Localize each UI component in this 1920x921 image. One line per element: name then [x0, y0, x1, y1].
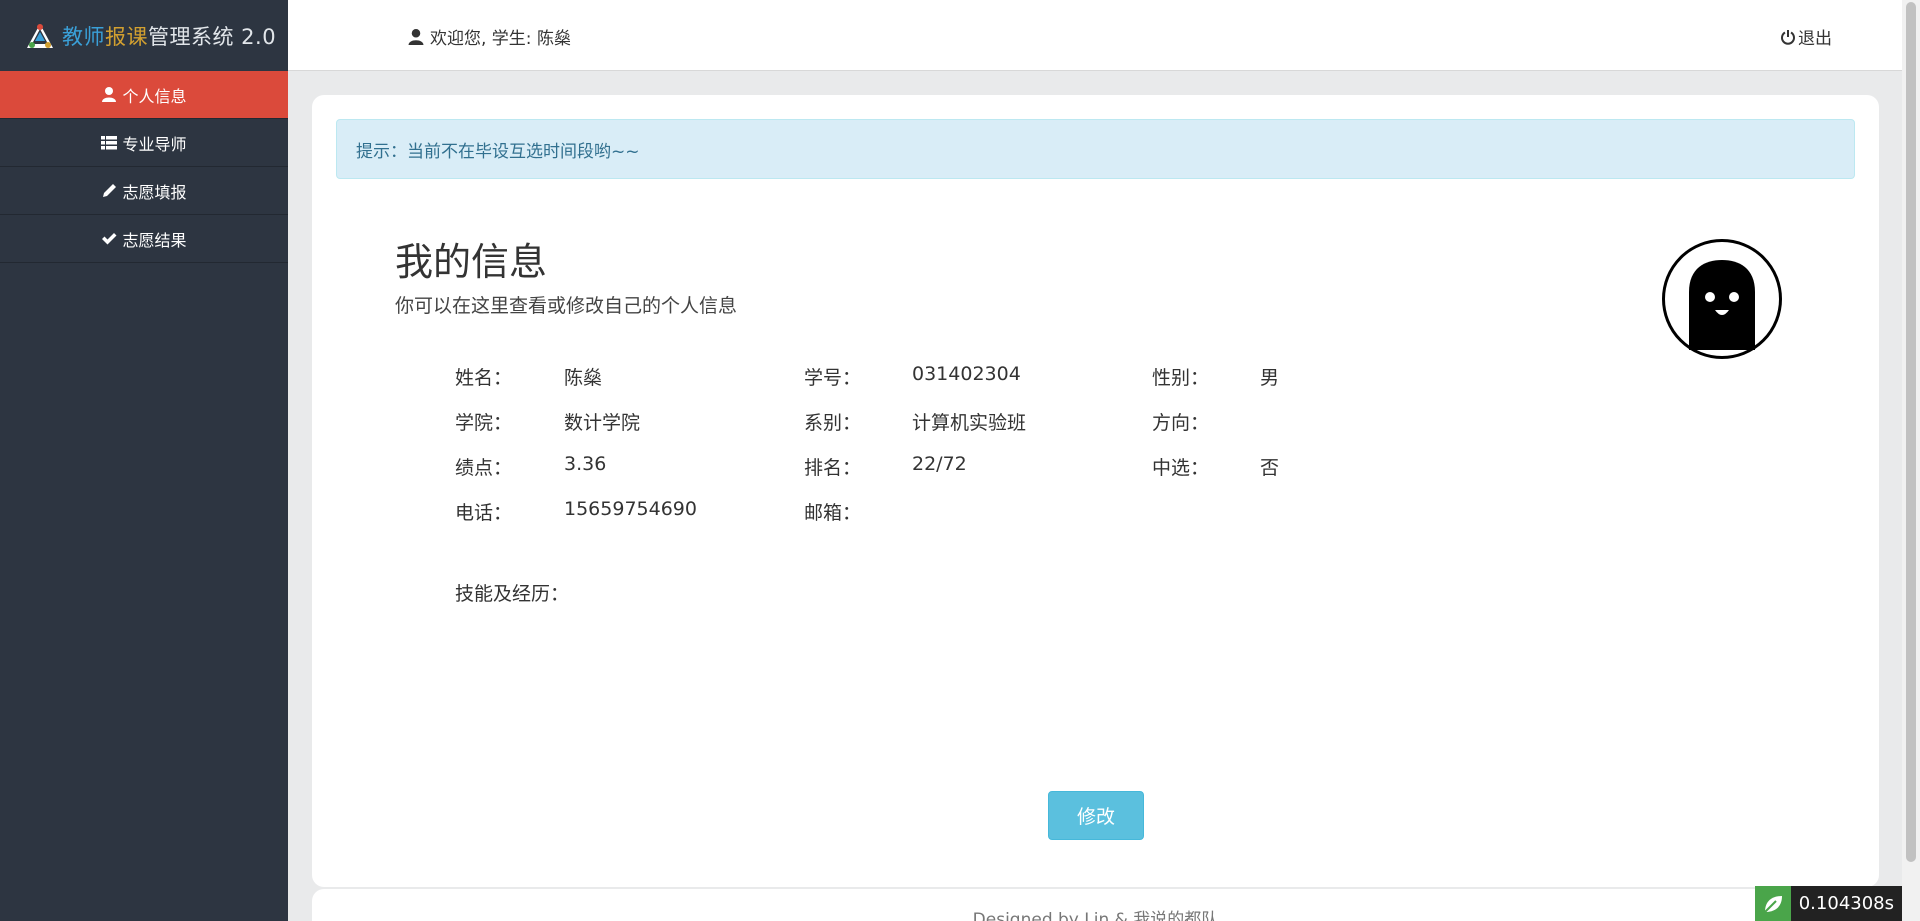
topbar: 欢迎您, 学生: 陈燊 退出	[288, 0, 1902, 71]
scrollbar-thumb[interactable]	[1906, 2, 1916, 862]
sidebar-item-result[interactable]: 志愿结果	[0, 215, 288, 263]
gender-value: 男	[1260, 367, 1280, 389]
logout-button[interactable]: 退出	[1780, 24, 1832, 49]
student-id-label: 学号：	[804, 367, 862, 389]
footer: Designed by Lin & 我说的都队	[312, 889, 1879, 921]
alert-text: 提示：当前不在毕设互选时间段哟~~	[356, 141, 640, 162]
welcome-message: 欢迎您, 学生: 陈燊	[408, 24, 571, 49]
sidebar-item-label: 个人信息	[122, 86, 187, 106]
student-id-value: 031402304	[912, 363, 1021, 385]
rank-value: 22/72	[912, 453, 967, 475]
brand-part3: 管理系统 2.0	[148, 24, 277, 49]
triangle-logo-icon	[27, 23, 53, 48]
vertical-scrollbar[interactable]	[1902, 0, 1920, 921]
edit-button-label: 修改	[1076, 806, 1115, 828]
selected-value: 否	[1260, 457, 1280, 479]
name-label: 姓名：	[455, 367, 513, 389]
gender-label: 性别：	[1152, 367, 1210, 389]
college-label: 学院：	[455, 412, 513, 434]
college-value: 数计学院	[564, 412, 641, 434]
user-icon	[101, 87, 117, 103]
user-icon	[408, 28, 424, 45]
sidebar-item-label: 志愿结果	[122, 230, 187, 250]
logout-label: 退出	[1798, 29, 1832, 49]
skills-label: 技能及经历：	[455, 583, 570, 605]
sidebar-item-profile[interactable]: 个人信息	[0, 71, 288, 119]
department-label: 系别：	[804, 412, 862, 434]
profile-card: 提示：当前不在毕设互选时间段哟~~ 我的信息 你可以在这里查看或修改自己的个人信…	[312, 95, 1879, 887]
page-subtitle: 你可以在这里查看或修改自己的个人信息	[395, 295, 738, 317]
name-value: 陈燊	[564, 367, 603, 389]
sidebar-item-mentors[interactable]: 专业导师	[0, 119, 288, 167]
sidebar-item-label: 志愿填报	[122, 182, 187, 202]
timer-badge[interactable]: 0.104308s	[1754, 886, 1902, 921]
list-icon	[101, 135, 118, 151]
direction-label: 方向：	[1152, 412, 1210, 434]
check-icon	[101, 231, 117, 247]
gpa-value: 3.36	[564, 453, 607, 475]
leaf-icon	[1754, 886, 1791, 921]
brand[interactable]: 教师 报课 管理系统 2.0	[0, 0, 288, 71]
brand-part2: 报课	[105, 24, 148, 49]
power-icon	[1781, 29, 1795, 45]
sidebar: 教师 报课 管理系统 2.0 个人信息 专业导师 志愿填报 志愿结果	[0, 0, 288, 921]
avatar[interactable]	[1662, 239, 1782, 359]
footer-text: Designed by Lin & 我说的都队	[972, 910, 1219, 921]
selected-label: 中选：	[1152, 457, 1210, 479]
brand-part1: 教师	[62, 24, 105, 49]
sidebar-item-label: 专业导师	[122, 134, 187, 154]
edit-button[interactable]: 修改	[1048, 791, 1144, 840]
department-value: 计算机实验班	[912, 412, 1027, 434]
sidebar-item-apply[interactable]: 志愿填报	[0, 167, 288, 215]
gpa-label: 绩点：	[455, 457, 513, 479]
pencil-icon	[101, 183, 117, 199]
info-alert: 提示：当前不在毕设互选时间段哟~~	[336, 119, 1855, 179]
rank-label: 排名：	[804, 457, 862, 479]
welcome-text: 欢迎您, 学生: 陈燊	[430, 29, 571, 49]
timer-value: 0.104308s	[1790, 886, 1902, 921]
phone-value: 15659754690	[564, 498, 697, 520]
phone-label: 电话：	[455, 502, 513, 524]
page-title: 我的信息	[395, 240, 548, 284]
email-label: 邮箱：	[804, 502, 862, 524]
ghost-avatar-icon	[1689, 260, 1755, 350]
